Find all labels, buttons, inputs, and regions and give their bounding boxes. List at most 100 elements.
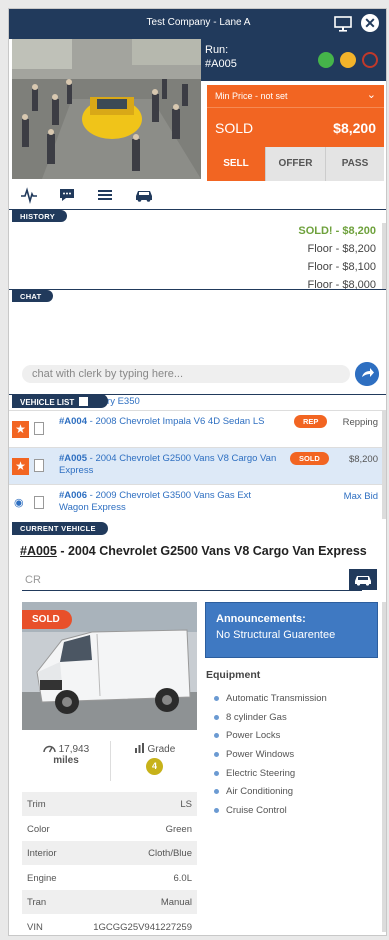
spec-row: Engine 6.0L — [22, 866, 197, 890]
spec-row: Color Green — [22, 817, 197, 841]
vehicle-row[interactable]: ◉ #A006 - 2009 Chevrolet G3500 Vans Gas … — [9, 484, 382, 519]
vehicle-photo[interactable]: SOLD — [22, 602, 197, 730]
history-scrollbar[interactable] — [382, 223, 386, 290]
menu-icon[interactable] — [96, 186, 114, 204]
monitor-icon[interactable] — [334, 15, 352, 33]
send-icon[interactable] — [355, 362, 379, 386]
spec-row: Trim LS — [22, 792, 197, 817]
vehicle-list-scrollbar[interactable] — [382, 410, 386, 519]
announcements-title: Announcements: — [216, 613, 306, 625]
run-panel: Run: #A005 — [201, 39, 386, 81]
vehicle-id[interactable]: #A006 — [59, 490, 87, 501]
spec-row: Tran Manual — [22, 890, 197, 915]
vehicle-row-text[interactable]: #A005 - 2004 Chevrolet G2500 Vans V8 Car… — [59, 453, 279, 477]
vehicle-row-text[interactable]: #A004 - 2008 Chevrolet Impala V6 4D Seda… — [59, 416, 279, 428]
grade-label: Grade — [147, 744, 176, 755]
document-icon[interactable] — [34, 459, 44, 472]
sale-price: $8,200 — [333, 120, 376, 136]
min-price-dropdown[interactable]: Min Price - not set ⌄ — [207, 85, 384, 107]
vehicle-row[interactable]: ★ #A004 - 2008 Chevrolet Impala V6 4D Se… — [9, 410, 382, 447]
sell-button[interactable]: SELL — [207, 147, 265, 181]
vehicle-stats: 17,943 miles Grade 4 — [22, 737, 197, 789]
history-tag: HISTORY — [12, 210, 68, 222]
grade: Grade 4 — [112, 743, 197, 775]
spec-key: Engine — [27, 872, 57, 884]
vehicle-list-panel: VEHICLE LIST very E350 ★ #A004 - 2008 Ch… — [9, 394, 386, 519]
close-icon[interactable]: ✕ — [361, 14, 379, 32]
spec-value: 1GCGG25V941227259 — [93, 921, 192, 933]
vehicle-specs-table: Trim LS Color Green Interior Cloth/Blue Eng… — [22, 792, 197, 936]
current-vehicle-header: CURRENT VEHICLE — [9, 522, 386, 536]
document-icon[interactable] — [34, 422, 44, 435]
equipment-item: Cruise Control — [212, 805, 327, 824]
stats-divider — [110, 741, 111, 781]
history-entry: Floor - $8,100 — [307, 261, 376, 273]
green-light-indicator[interactable] — [318, 52, 334, 68]
history-header: HISTORY — [9, 209, 386, 222]
bar-chart-icon — [134, 743, 144, 753]
star-icon[interactable]: ★ — [12, 421, 29, 438]
spec-key: Color — [27, 823, 50, 835]
equipment-item: Power Locks — [212, 730, 327, 749]
spec-key: VIN — [27, 921, 43, 933]
vehicle-status: Repping — [342, 417, 378, 428]
equipment-item: 8 cylinder Gas — [212, 712, 327, 731]
vehicle-list-label: VEHICLE LIST — [20, 398, 75, 407]
current-vehicle-scrollbar[interactable] — [382, 602, 386, 932]
activity-icon[interactable] — [20, 186, 38, 204]
history-panel: SOLD! - $8,200 Floor - $8,200 Floor - $8… — [9, 223, 386, 290]
spec-key: Trim — [27, 799, 46, 810]
car-icon[interactable] — [134, 186, 154, 204]
chat-icon[interactable] — [58, 186, 76, 204]
current-vehicle-name: - 2004 Chevrolet G2500 Vans V8 Cargo Van… — [56, 544, 367, 558]
mileage: 17,943 miles — [22, 743, 110, 766]
speedometer-icon — [43, 745, 56, 753]
vehicle-desc: - 2004 Chevrolet G2500 Vans V8 Cargo Van… — [59, 453, 277, 476]
car-icon[interactable] — [349, 569, 377, 590]
window-title: Test Company - Lane A — [146, 17, 251, 28]
document-icon[interactable] — [34, 496, 44, 509]
vehicle-badge: SOLD — [290, 452, 329, 465]
vehicle-row-text[interactable]: #A006 - 2009 Chevrolet G3500 Vans Gas Ex… — [59, 490, 279, 514]
vehicle-desc: - 2008 Chevrolet Impala V6 4D Sedan LS — [87, 416, 265, 427]
history-entry: Floor - $8,200 — [307, 243, 376, 255]
current-vehicle-title: #A005 - 2004 Chevrolet G2500 Vans V8 Car… — [20, 544, 367, 558]
spec-value: Green — [165, 823, 192, 835]
vehicle-row-selected[interactable]: ★ #A005 - 2004 Chevrolet G2500 Vans V8 C… — [9, 447, 382, 484]
equipment-item: Electric Steering — [212, 768, 327, 787]
cr-label: CR — [25, 574, 41, 586]
eye-icon[interactable]: ◉ — [14, 496, 24, 509]
current-vehicle-id-link[interactable]: #A005 — [20, 544, 57, 558]
lane-camera-feed — [12, 39, 201, 179]
star-icon[interactable]: ★ — [12, 458, 29, 475]
chat-input[interactable]: chat with clerk by typing here... — [22, 365, 350, 383]
equipment-list: Automatic Transmission 8 cylinder Gas Po… — [212, 693, 327, 824]
equipment-item: Automatic Transmission — [212, 693, 327, 712]
offer-button[interactable]: OFFER — [265, 147, 325, 181]
cr-field[interactable]: CR — [22, 565, 362, 591]
spec-value: Manual — [160, 897, 192, 908]
current-vehicle-tag: CURRENT VEHICLE — [12, 522, 108, 535]
spec-value: LS — [180, 799, 192, 810]
camera-image — [12, 39, 201, 179]
yellow-light-indicator[interactable] — [340, 52, 356, 68]
chat-panel: chat with clerk by typing here... — [9, 301, 386, 393]
pass-button[interactable]: PASS — [325, 147, 384, 181]
spec-row: Interior Cloth/Blue — [22, 841, 197, 866]
vehicle-desc: - 2009 Chevrolet G3500 Vans Gas Ext Wago… — [59, 490, 252, 513]
red-light-indicator[interactable] — [362, 52, 378, 68]
vehicle-id[interactable]: #A005 — [59, 453, 87, 464]
vehicle-list-tag: VEHICLE LIST — [12, 394, 109, 408]
spec-row: VIN 1GCGG25V941227259 — [22, 915, 197, 936]
spec-value: 6.0L — [173, 872, 193, 884]
sale-status-text: SOLD — [215, 120, 254, 136]
vehicle-status: Max Bid — [343, 491, 378, 502]
vehicle-id[interactable]: #A004 — [59, 416, 87, 427]
run-label: Run: — [205, 44, 229, 56]
chat-header: CHAT — [9, 289, 386, 302]
grade-badge: 4 — [146, 758, 163, 775]
spec-key: Interior — [27, 848, 57, 859]
vehicle-list-checkbox[interactable] — [79, 397, 89, 406]
equipment-item: Power Windows — [212, 749, 327, 768]
spec-value: Cloth/Blue — [148, 848, 192, 859]
